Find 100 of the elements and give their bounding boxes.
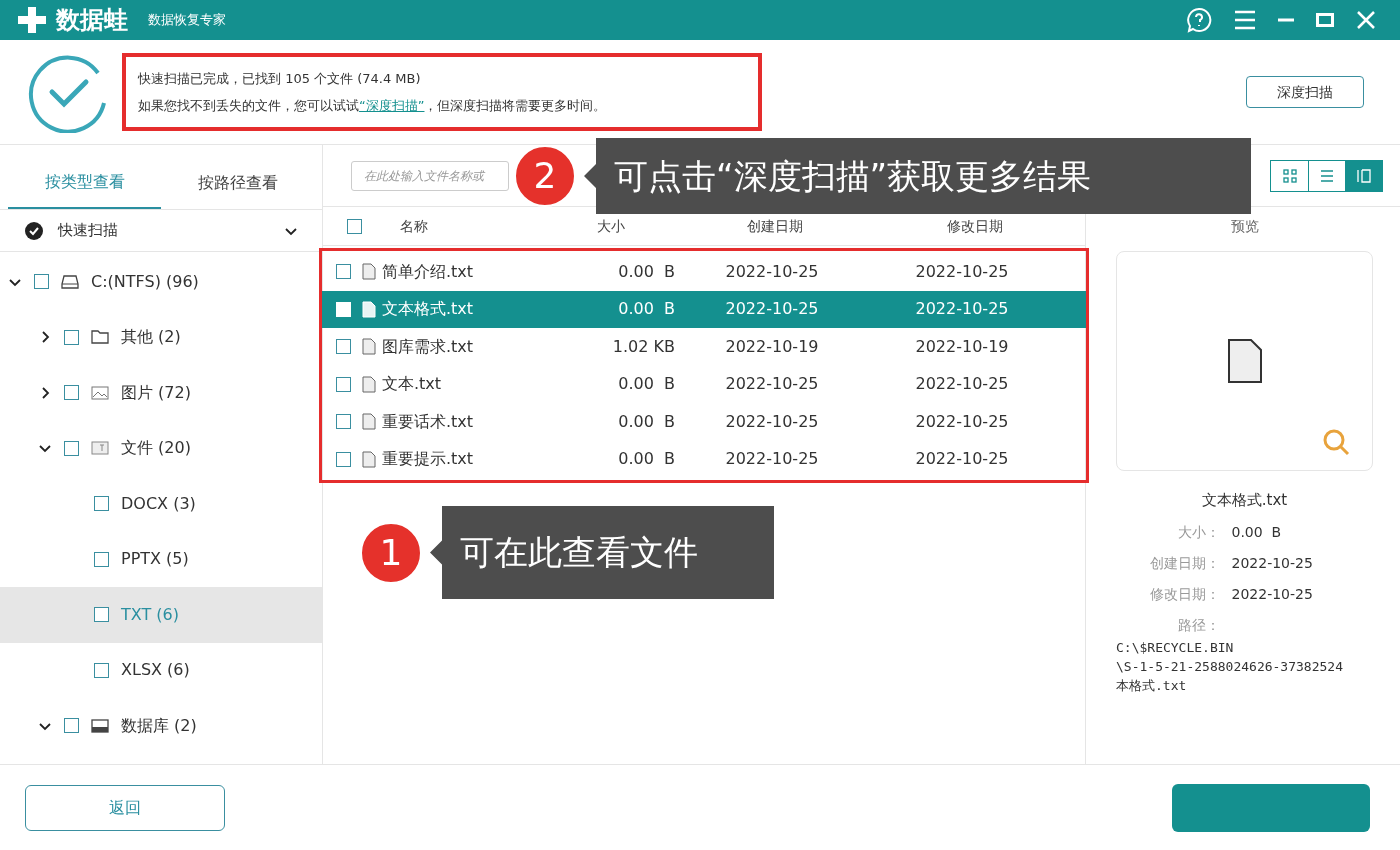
file-row[interactable]: 重要提示.txt 0.00 B 2022-10-25 2022-10-25 (322, 440, 1086, 478)
file-row[interactable]: 文本.txt 0.00 B 2022-10-25 2022-10-25 (322, 365, 1086, 403)
checkbox[interactable] (335, 339, 351, 355)
file-modified-date: 2022-10-25 (914, 373, 1010, 396)
deep-scan-link[interactable]: “深度扫描” (359, 98, 425, 113)
file-modified-date: 2022-10-25 (914, 298, 1010, 321)
file-size: 0.00 B (617, 410, 676, 433)
file-icon (362, 375, 376, 393)
checkbox[interactable] (94, 496, 109, 512)
tree-label: XLSX (6) (121, 659, 190, 682)
path-text: \S-1-5-21-2588024626-37382524 (1116, 657, 1344, 676)
annotation-tooltip: 可点击“深度扫描”获取更多结果 (584, 138, 1251, 214)
file-icon (362, 338, 376, 356)
file-row[interactable]: 文本格式.txt 0.00 B 2022-10-25 2022-10-25 (322, 290, 1086, 328)
checkbox[interactable] (335, 376, 351, 392)
file-modified-date: 2022-10-25 (914, 410, 1010, 433)
app-subtitle: 数据恢复专家 (148, 11, 226, 30)
folder-icon (91, 330, 109, 345)
help-icon[interactable] (1186, 7, 1212, 33)
file-icon (362, 263, 376, 281)
recover-button[interactable] (1172, 783, 1370, 832)
column-header[interactable]: 修改日期 (865, 215, 1085, 237)
tree-item[interactable]: 其他 (2) (0, 309, 322, 365)
checkbox[interactable] (335, 264, 351, 280)
file-name: 重要提示.txt (382, 448, 474, 471)
file-icon (362, 413, 376, 431)
file-row[interactable]: 简单介绍.txt 0.00 B 2022-10-25 2022-10-25 (322, 253, 1086, 291)
tree-label: 其他 (2) (121, 326, 181, 349)
file-size: 0.00 B (617, 373, 676, 396)
tree-label: 文件 (20) (121, 437, 191, 460)
app-logo-text: 数据蛙 (56, 5, 128, 36)
file-size: 0.00 B (617, 260, 676, 283)
view-mode-button[interactable] (1345, 160, 1382, 191)
tree-item[interactable]: 文件 (20) (0, 420, 322, 476)
tree-label: C:(NTFS) (96) (91, 270, 199, 293)
tree-item[interactable]: XLSX (6) (0, 642, 322, 698)
tree-item[interactable]: DOCX (3) (0, 476, 322, 532)
field-label: 大小： (1176, 522, 1220, 542)
file-row[interactable]: 重要话术.txt 0.00 B 2022-10-25 2022-10-25 (322, 403, 1086, 441)
checkbox[interactable] (94, 662, 109, 678)
check-circle-icon (24, 220, 44, 241)
file-name: 图库需求.txt (382, 335, 474, 358)
deep-scan-button[interactable]: 深度扫描 (1246, 76, 1364, 108)
image-icon (91, 385, 109, 400)
tree-item[interactable]: C:(NTFS) (96) (0, 254, 322, 310)
zoom-icon[interactable] (1322, 428, 1352, 458)
menu-icon[interactable] (1234, 10, 1256, 30)
path-text: C:\$RECYCLE.BIN (1116, 638, 1235, 657)
minimize-icon[interactable] (1278, 18, 1294, 22)
checkbox[interactable] (335, 451, 351, 467)
tree-label: TXT (6) (121, 603, 179, 626)
maximize-icon[interactable] (1316, 13, 1334, 27)
field-value: 2022-10-25 (1231, 584, 1314, 604)
checkbox[interactable] (94, 551, 109, 567)
tree-label: PPTX (5) (121, 548, 189, 571)
checkbox[interactable] (94, 607, 109, 623)
tree-item[interactable]: PPTX (5) (0, 531, 322, 587)
checkbox[interactable] (346, 218, 362, 234)
tree-item[interactable]: 图片 (72) (0, 365, 322, 421)
field-label: 修改日期： (1148, 584, 1220, 604)
scan-selector[interactable]: 快速扫描 (0, 210, 322, 252)
tree-label: 图片 (72) (121, 381, 191, 404)
file-name: 文本.txt (382, 373, 442, 396)
tree-label: 数据库 (2) (121, 714, 197, 737)
sidebar-tab[interactable]: 按路径查看 (161, 157, 314, 209)
column-header[interactable]: 创建日期 (625, 215, 865, 237)
field-value: 2022-10-25 (1231, 553, 1314, 573)
file-created-date: 2022-10-19 (724, 335, 820, 358)
checkbox[interactable] (64, 718, 79, 734)
file-name: 文本格式.txt (382, 298, 474, 321)
checkbox[interactable] (64, 385, 79, 401)
back-button[interactable]: 返回 (25, 784, 225, 831)
search-field[interactable]: 在此处输入文件名称或 (351, 160, 509, 191)
file-created-date: 2022-10-25 (724, 410, 820, 433)
file-icon (362, 450, 376, 468)
checkbox[interactable] (34, 274, 49, 290)
drive-icon (61, 274, 79, 289)
close-icon[interactable] (1356, 10, 1376, 30)
file-icon (1226, 338, 1263, 384)
file-name: 简单介绍.txt (382, 260, 474, 283)
column-header[interactable]: 大小 (505, 215, 625, 237)
scan-result-text: 快速扫描已完成，已找到 105 个文件 (74.4 MB) (138, 69, 422, 88)
sidebar-tab[interactable]: 按类型查看 (8, 157, 161, 209)
file-created-date: 2022-10-25 (724, 298, 820, 321)
checkbox[interactable] (335, 414, 351, 430)
step-number-badge: 2 (514, 145, 576, 207)
field-value: 0.00 B (1231, 522, 1283, 542)
columns-icon (1357, 168, 1371, 183)
file-size: 1.02 KB (611, 335, 676, 358)
file-created-date: 2022-10-25 (724, 373, 820, 396)
path-text: 本格式.txt (1116, 676, 1188, 695)
checkbox[interactable] (64, 440, 79, 456)
file-modified-date: 2022-10-25 (914, 448, 1010, 471)
step-number-badge: 1 (360, 521, 422, 584)
file-created-date: 2022-10-25 (724, 448, 820, 471)
annotation-tooltip: 可在此查看文件 (430, 506, 774, 599)
file-row[interactable]: 图库需求.txt 1.02 KB 2022-10-19 2022-10-19 (322, 328, 1086, 366)
tree-item[interactable]: 数据库 (2) (0, 698, 322, 754)
column-header[interactable]: 名称 (375, 215, 505, 237)
checkbox[interactable] (64, 329, 79, 345)
